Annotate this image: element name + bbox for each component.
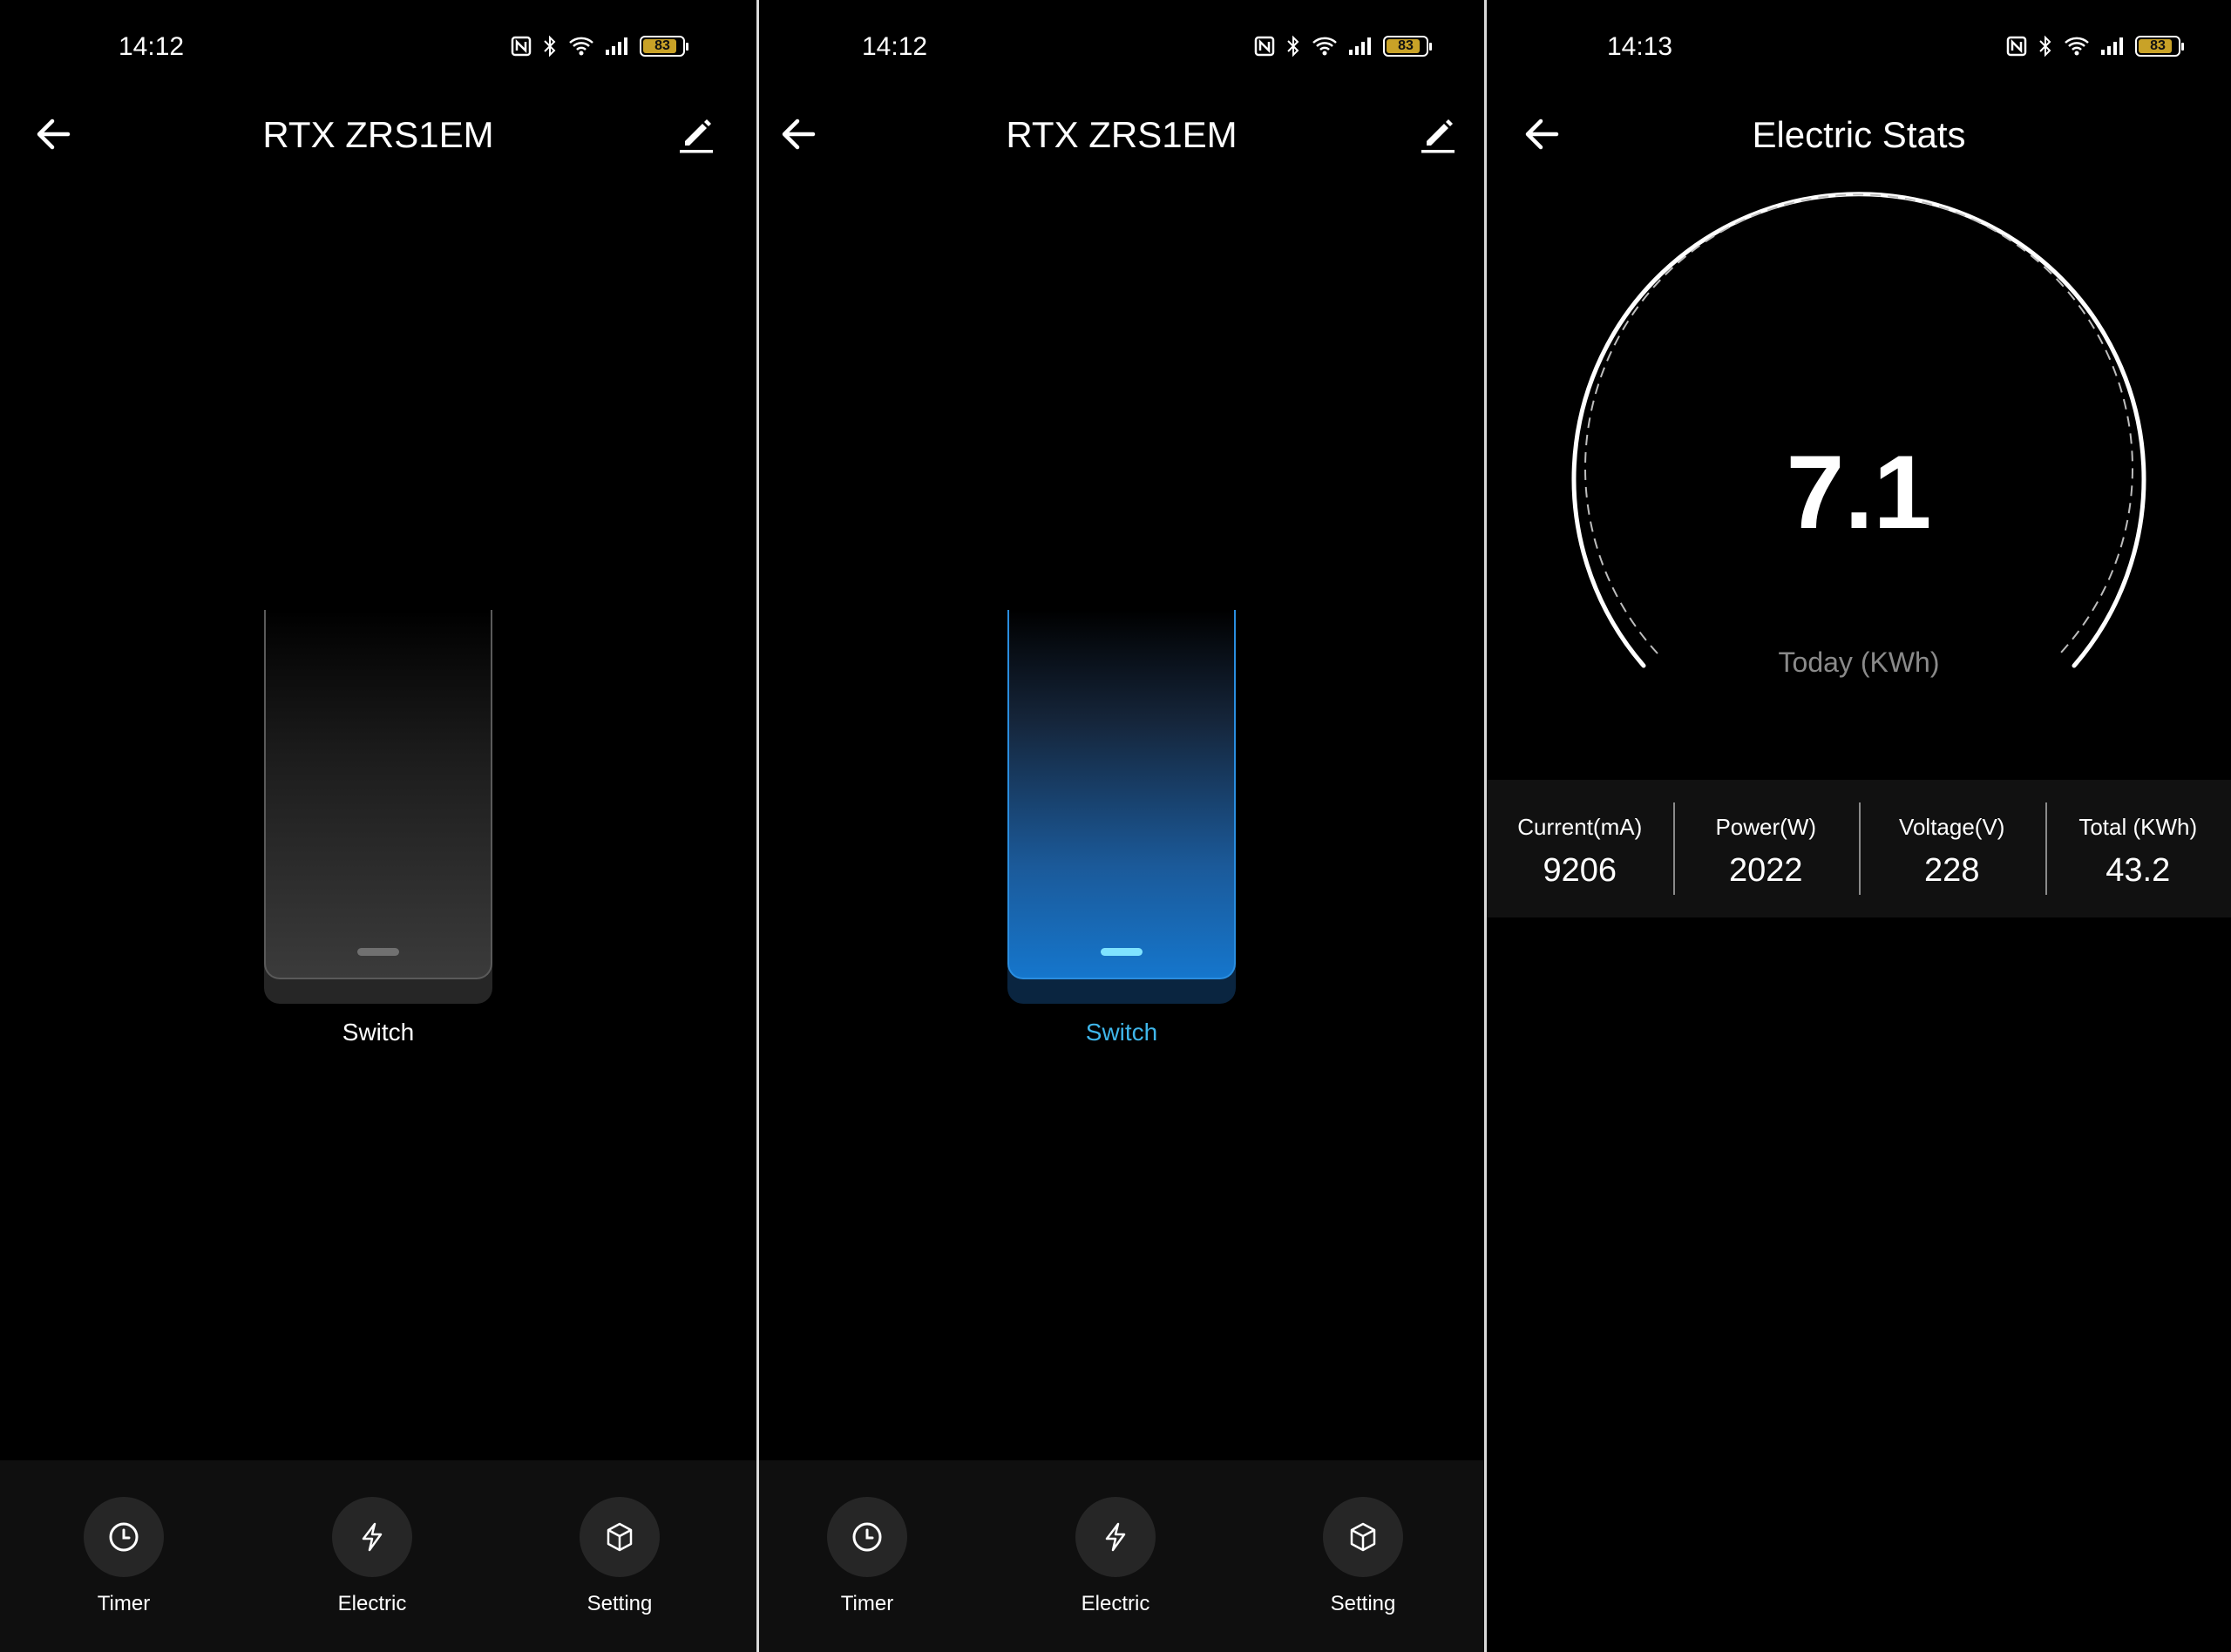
header: RTX ZRS1EM	[0, 98, 756, 176]
clock-icon	[109, 1522, 139, 1552]
status-bar: 14:12 83	[0, 30, 756, 64]
switch-face[interactable]	[264, 610, 492, 979]
lightning-icon	[362, 1522, 383, 1552]
device-screen-on: 14:12 83 RTX ZRS1EM Switch Timer Electri…	[759, 0, 1484, 1652]
bluetooth-icon	[544, 35, 556, 58]
nav-timer[interactable]: Timer	[797, 1497, 937, 1617]
stat-power-value: 2022	[1728, 852, 1803, 889]
page-title: RTX ZRS1EM	[262, 114, 494, 155]
clock-icon	[852, 1522, 882, 1552]
nfc-icon	[511, 36, 532, 57]
battery-level: 83	[2150, 38, 2166, 53]
signal-icon	[1349, 37, 1371, 55]
battery-level: 83	[1398, 38, 1414, 53]
stat-current: Current(mA) 9206	[1487, 780, 1673, 917]
energy-gauge: 7.1 Today (KWh)	[1487, 192, 2231, 697]
nav-timer-label: Timer	[840, 1592, 894, 1615]
nav-timer[interactable]: Timer	[54, 1497, 193, 1617]
nav-electric[interactable]: Electric	[1046, 1497, 1185, 1617]
battery-icon: 83	[2135, 36, 2184, 57]
nav-electric-label: Electric	[1081, 1592, 1150, 1615]
status-icons: 83	[511, 35, 688, 58]
nfc-icon	[2006, 36, 2027, 57]
status-time: 14:12	[119, 32, 185, 61]
switch-label: Switch	[342, 1019, 415, 1046]
stat-voltage-label: Voltage(V)	[1899, 814, 2005, 840]
signal-icon	[606, 37, 627, 55]
stat-current-label: Current(mA)	[1517, 814, 1643, 840]
stat-total-value: 43.2	[2106, 852, 2171, 889]
bottom-nav: Timer Electric Setting	[0, 1460, 756, 1652]
status-icons: 83	[1254, 35, 1432, 58]
stat-current-value: 9206	[1543, 852, 1617, 889]
edit-pencil-icon[interactable]	[1416, 112, 1460, 155]
bluetooth-icon	[1287, 35, 1299, 58]
stat-total: Total (KWh) 43.2	[2045, 780, 2231, 917]
bluetooth-icon	[2039, 35, 2051, 58]
status-bar: 14:13 83	[1487, 30, 2231, 64]
wifi-icon	[569, 37, 593, 56]
stat-voltage-value: 228	[1924, 852, 1980, 889]
nav-setting[interactable]: Setting	[1293, 1497, 1433, 1617]
stats-bar: Current(mA) 9206 Power(W) 2022 Voltage(V…	[1487, 780, 2231, 917]
cube-icon	[1350, 1522, 1376, 1552]
wifi-icon	[2065, 37, 2089, 56]
switch-indicator	[1101, 948, 1143, 956]
bottom-nav: Timer Electric Setting	[759, 1460, 1484, 1652]
electric-stats-screen: 14:13 83 Electric Stats 7.1 Today (KWh) …	[1487, 0, 2231, 1652]
header: RTX ZRS1EM	[759, 98, 1484, 176]
stat-total-label: Total (KWh)	[2078, 814, 2198, 840]
header: Electric Stats	[1487, 98, 2231, 176]
cube-icon	[607, 1522, 633, 1552]
stat-power-label: Power(W)	[1715, 814, 1817, 840]
nav-setting-label: Setting	[587, 1592, 653, 1615]
nav-electric[interactable]: Electric	[302, 1497, 442, 1617]
page-title: RTX ZRS1EM	[1006, 114, 1238, 155]
wifi-icon	[1312, 37, 1337, 56]
battery-icon: 83	[640, 36, 688, 57]
nav-setting-label: Setting	[1330, 1592, 1396, 1615]
today-energy-value: 7.1	[1786, 434, 1932, 551]
switch-label: Switch	[1085, 1019, 1158, 1046]
nav-timer-label: Timer	[97, 1592, 151, 1615]
nav-setting[interactable]: Setting	[550, 1497, 689, 1617]
status-time: 14:12	[862, 32, 928, 61]
switch-face[interactable]	[1007, 610, 1236, 979]
battery-level: 83	[654, 38, 670, 53]
stat-power: Power(W) 2022	[1672, 780, 1860, 917]
edit-pencil-icon[interactable]	[675, 112, 718, 155]
status-time: 14:13	[1607, 32, 1673, 61]
nav-electric-label: Electric	[337, 1592, 407, 1615]
status-icons: 83	[2006, 35, 2184, 58]
page-title: Electric Stats	[1752, 114, 1966, 155]
nfc-icon	[1254, 36, 1275, 57]
lightning-icon	[1105, 1522, 1126, 1552]
device-screen-off: 14:12 83 RTX ZRS1EM Switch Timer Electri…	[0, 0, 756, 1652]
status-bar: 14:12 83	[759, 30, 1484, 64]
today-energy-label: Today (KWh)	[1778, 647, 1940, 678]
battery-icon: 83	[1383, 36, 1432, 57]
switch-indicator	[357, 948, 399, 956]
signal-icon	[2101, 37, 2123, 55]
stat-voltage: Voltage(V) 228	[1859, 780, 2045, 917]
